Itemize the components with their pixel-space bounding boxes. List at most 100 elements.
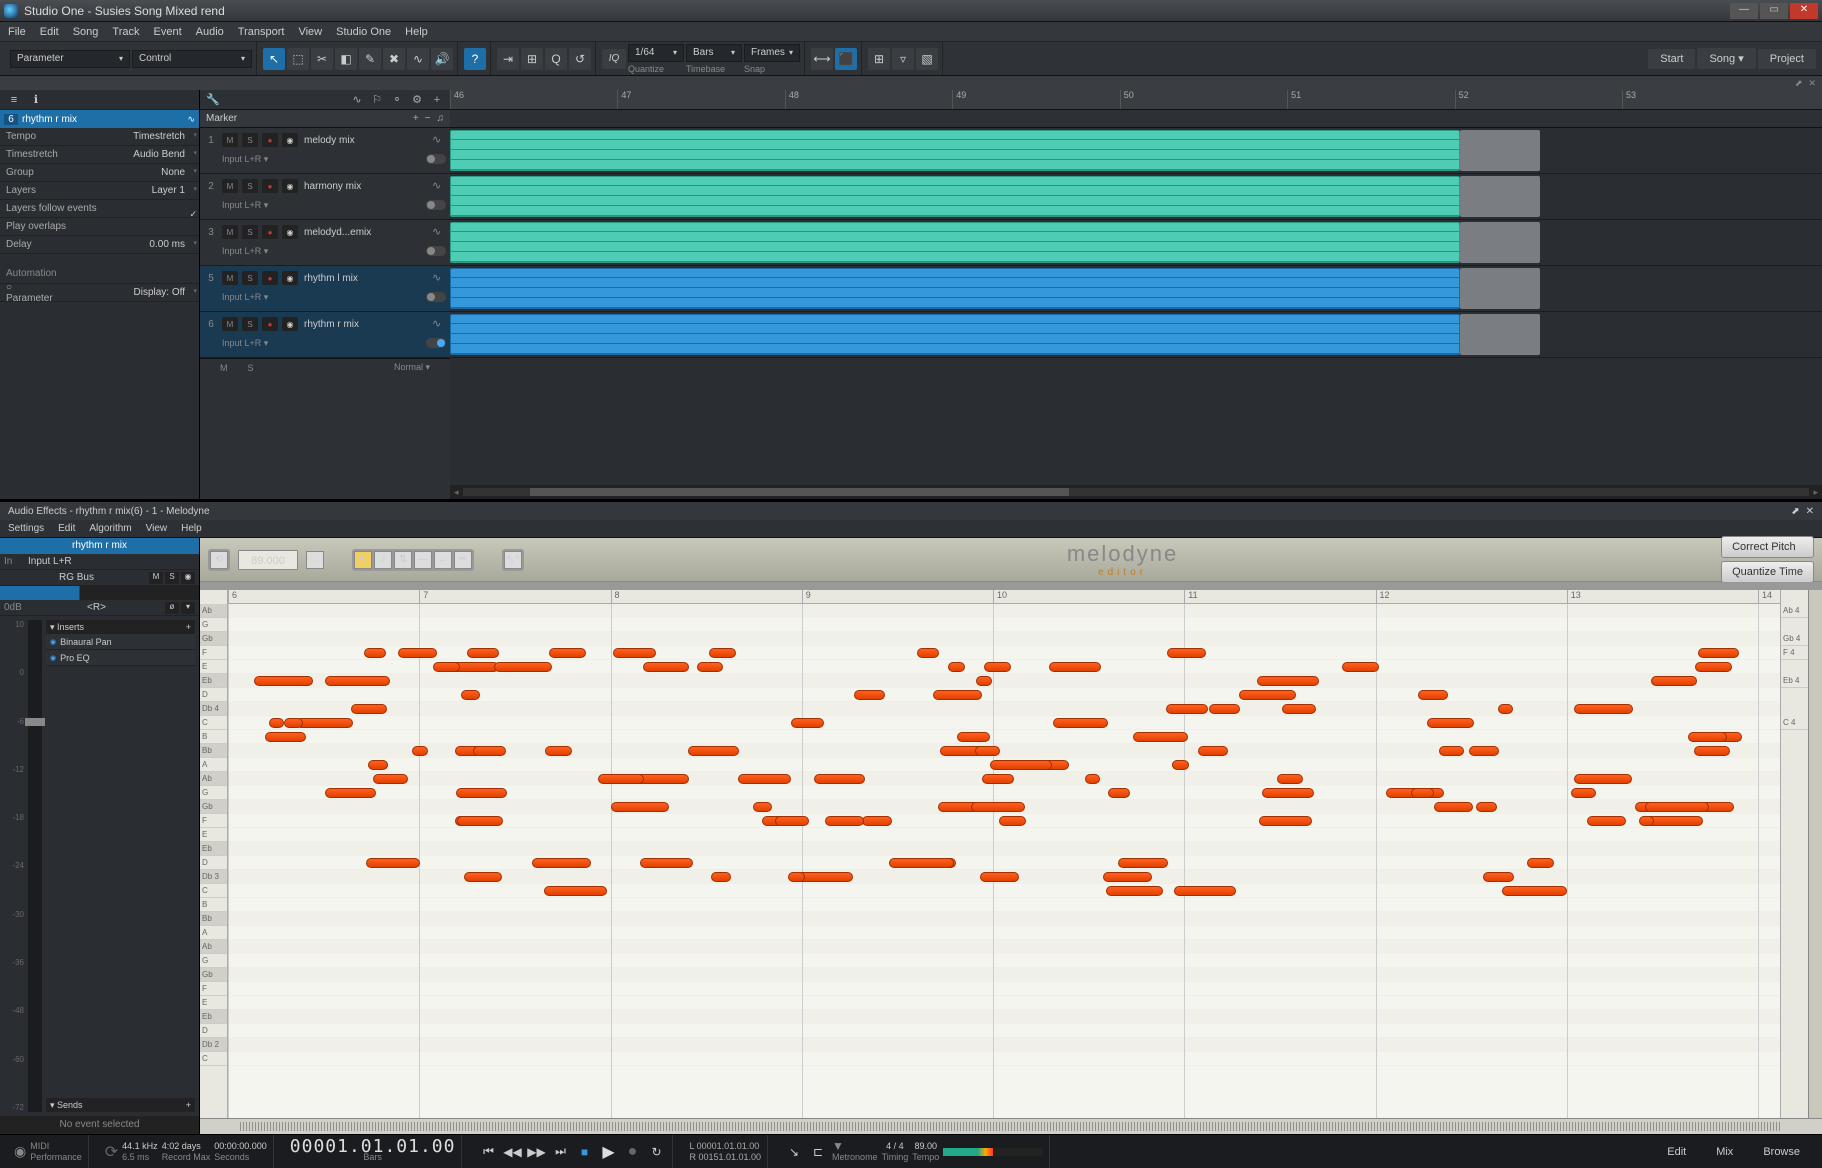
browse-view-button[interactable]: Browse <box>1749 1142 1814 1162</box>
insert-proeq[interactable]: Pro EQ <box>46 650 195 666</box>
audio-clip[interactable] <box>450 176 1460 217</box>
piano-key[interactable]: E <box>200 660 227 674</box>
track-record[interactable]: ● <box>262 133 278 147</box>
note-blob[interactable] <box>1527 858 1554 868</box>
track-monitor-toggle[interactable] <box>426 154 446 164</box>
global-solo[interactable]: S <box>248 363 254 373</box>
note-blob[interactable] <box>1198 746 1228 756</box>
track-name[interactable]: rhythm l mix <box>302 273 428 284</box>
note-blob[interactable] <box>1587 816 1626 826</box>
track-input[interactable]: Input L+R ▾ <box>222 200 422 211</box>
transport-time[interactable]: 00001.01.01.00 <box>290 1141 456 1152</box>
track-5[interactable]: 5MS●◉rhythm l mix∿Input L+R ▾ <box>200 266 450 312</box>
display-dropdown[interactable]: Display: Off <box>60 287 199 298</box>
track-monitor-toggle[interactable] <box>426 246 446 256</box>
note-blob[interactable] <box>1427 718 1474 728</box>
track-mute[interactable]: M <box>222 179 238 193</box>
tempo[interactable]: 89.00 <box>914 1141 937 1152</box>
piano-key[interactable]: A <box>200 758 227 772</box>
group-dropdown[interactable]: None <box>90 167 199 178</box>
note-blob[interactable] <box>825 816 864 826</box>
note-blob[interactable] <box>398 648 437 658</box>
piano-key[interactable]: G <box>200 954 227 968</box>
note-blob[interactable] <box>1434 802 1473 812</box>
edit-view-button[interactable]: Edit <box>1653 1142 1700 1162</box>
mel-pitch-tool[interactable]: ♪ <box>374 551 392 569</box>
note-blob[interactable] <box>1688 732 1727 742</box>
ch-solo[interactable]: S <box>165 572 179 584</box>
track-name[interactable]: rhythm r mix <box>302 319 428 330</box>
track-6[interactable]: 6MS●◉rhythm r mix∿Input L+R ▾ <box>200 312 450 358</box>
fx-detach-icon[interactable]: ⬈ <box>1791 506 1799 517</box>
piano-roll[interactable]: AbGGbFEEbDDb 4CBBbAAbGGbFEEbDDb 3CBBbAAb… <box>200 590 228 1118</box>
mel-main-tool[interactable]: ↖ <box>354 551 372 569</box>
mel-select-tool[interactable]: ↖⁺ <box>504 551 522 569</box>
note-blob[interactable] <box>1574 704 1633 714</box>
note-blob[interactable] <box>1469 746 1499 756</box>
mel-formant-tool[interactable]: ⇅ <box>394 551 412 569</box>
note-blob[interactable] <box>549 648 586 658</box>
mel-time-tool[interactable]: ↔ <box>434 551 452 569</box>
piano-key[interactable]: Db 4 <box>200 702 227 716</box>
bus-name[interactable]: RG Bus <box>4 572 149 583</box>
marker-lane[interactable] <box>450 110 1822 128</box>
perf-link[interactable]: Performance <box>30 1152 82 1163</box>
note-blob[interactable] <box>467 648 499 658</box>
note-blob[interactable] <box>917 648 939 658</box>
track-monitor-toggle[interactable] <box>426 338 446 348</box>
note-blob[interactable] <box>473 746 506 756</box>
track-3[interactable]: 3MS●◉melodyd...emix∿Input L+R ▾ <box>200 220 450 266</box>
note-blob[interactable] <box>999 816 1027 826</box>
note-blob[interactable] <box>975 746 1000 756</box>
loop-button[interactable]: ↻ <box>646 1142 666 1162</box>
mute-tool[interactable]: ✖ <box>383 48 405 70</box>
note-blob[interactable] <box>368 760 388 770</box>
start-button[interactable]: Start <box>1648 49 1695 69</box>
piano-key[interactable]: Gb <box>200 968 227 982</box>
piano-key[interactable]: Db 3 <box>200 870 227 884</box>
menu-edit[interactable]: Edit <box>40 26 59 38</box>
note-blob[interactable] <box>1439 746 1464 756</box>
snap-dropdown[interactable]: Frames <box>744 44 800 62</box>
note-blob[interactable] <box>976 676 992 686</box>
piano-key[interactable]: E <box>200 828 227 842</box>
track-record[interactable]: ● <box>262 225 278 239</box>
autoscroll-button[interactable]: ⇥ <box>497 48 519 70</box>
track-name[interactable]: harmony mix <box>302 181 428 192</box>
tempo-dropdown[interactable]: Timestretch <box>90 131 199 142</box>
info-icon[interactable]: ℹ <box>28 92 44 108</box>
track-name[interactable]: melody mix <box>302 135 428 146</box>
wrench-icon[interactable]: 🔧 <box>206 93 220 107</box>
piano-key[interactable]: Bb <box>200 744 227 758</box>
piano-key[interactable]: C <box>200 1052 227 1066</box>
note-blob[interactable] <box>889 858 954 868</box>
grid-button[interactable]: ⊞ <box>868 48 890 70</box>
piano-key[interactable]: G <box>200 618 227 632</box>
track-solo[interactable]: S <box>242 179 258 193</box>
note-blob[interactable] <box>971 802 1025 812</box>
note-blob[interactable] <box>457 816 503 826</box>
note-blob[interactable] <box>544 886 607 896</box>
menu-file[interactable]: File <box>8 26 26 38</box>
gear-icon[interactable]: ⚙ <box>410 93 424 107</box>
track-record[interactable]: ● <box>262 179 278 193</box>
close-button[interactable]: ✕ <box>1790 3 1818 19</box>
note-blob[interactable] <box>1502 886 1567 896</box>
channel-input[interactable]: Input L+R <box>28 556 195 567</box>
waveform-icon[interactable]: ∿ <box>432 271 446 285</box>
note-blob[interactable] <box>1639 816 1655 826</box>
h-scrollbar[interactable]: ◂ ▸ <box>450 485 1822 499</box>
note-blob[interactable] <box>296 718 353 728</box>
timeline[interactable]: 4647484950515253 ◂ ▸ <box>450 90 1822 499</box>
track-solo[interactable]: S <box>242 317 258 331</box>
note-blob[interactable] <box>791 718 824 728</box>
mel-cycle-button[interactable]: ⟲ <box>210 551 228 569</box>
piano-key[interactable]: A <box>200 926 227 940</box>
piano-key[interactable]: B <box>200 898 227 912</box>
timestretch-dropdown[interactable]: Audio Bend <box>90 149 199 160</box>
panel-button[interactable]: ▧ <box>916 48 938 70</box>
note-blob[interactable] <box>254 676 313 686</box>
piano-roll-right[interactable]: Ab 4Gb 4F 4Eb 4C 4 <box>1780 590 1808 1118</box>
track-mute[interactable]: M <box>222 133 238 147</box>
note-blob[interactable] <box>1106 886 1163 896</box>
